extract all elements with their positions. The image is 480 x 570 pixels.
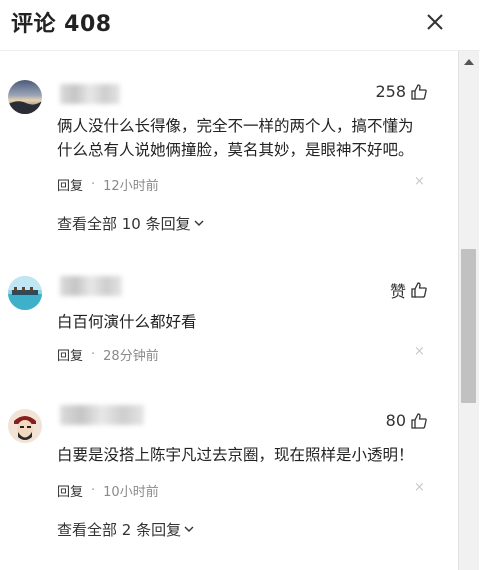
meta-separator: · [91, 347, 96, 362]
avatar[interactable] [8, 80, 42, 114]
thumbs-up-icon[interactable] [410, 83, 428, 101]
close-icon[interactable] [422, 9, 448, 35]
reply-button[interactable]: 回复 [57, 175, 83, 194]
view-replies-label: 查看全部 2 条回复 [57, 521, 182, 539]
comment-text: 白百何演什么都好看 [57, 313, 197, 331]
comment-list[interactable]: 258 俩人没什么长得像，完全不一样的两个人，搞不懂为什么总有人说她俩撞脸，莫名… [0, 51, 458, 570]
comment-text: 白要是没搭上陈宇凡过去京圈，现在照样是小透明！ [57, 446, 414, 464]
view-replies-label: 查看全部 10 条回复 [57, 215, 191, 233]
page-title: 评论 408 [11, 12, 112, 37]
scrollbar-thumb[interactable] [461, 249, 476, 403]
thumbs-up-icon[interactable] [410, 281, 428, 299]
comment-text: 俩人没什么长得像，完全不一样的两个人，搞不懂为什么总有人说她俩撞脸，莫名其妙，是… [57, 117, 414, 159]
blurred-username [60, 405, 144, 425]
delete-icon[interactable]: × [414, 480, 425, 495]
comment-time: 12小时前 [103, 179, 159, 194]
comment-time: 28分钟前 [103, 349, 159, 364]
delete-icon[interactable]: × [414, 174, 425, 189]
blurred-username [60, 84, 120, 104]
avatar[interactable] [8, 409, 42, 443]
blurred-username [60, 276, 122, 296]
delete-icon[interactable]: × [414, 344, 425, 359]
vertical-scrollbar[interactable] [458, 51, 479, 570]
view-replies-link[interactable]: 查看全部 2 条回复 [57, 519, 194, 540]
comment-meta: 回复 · 12小时前 [57, 175, 159, 194]
meta-separator: · [91, 483, 96, 498]
thumbs-up-icon[interactable] [410, 412, 428, 430]
like-count: 258 [375, 82, 428, 101]
comments-header: 评论 408 [0, 0, 480, 51]
meta-separator: · [91, 177, 96, 192]
like-count: 80 [386, 411, 428, 430]
like-count-value: 80 [385, 411, 406, 430]
like-count-value: 赞 [389, 282, 406, 301]
chevron-down-icon [184, 526, 194, 532]
scroll-up-arrow-icon[interactable] [464, 59, 474, 65]
comment-meta: 回复 · 28分钟前 [57, 345, 159, 364]
reply-button[interactable]: 回复 [57, 481, 83, 500]
comment-time: 10小时前 [103, 485, 159, 500]
like-count: 赞 [390, 278, 428, 302]
like-count-value: 258 [375, 82, 406, 101]
chevron-down-icon [194, 220, 204, 226]
comment-meta: 回复 · 10小时前 [57, 481, 159, 500]
avatar[interactable] [8, 276, 42, 310]
reply-button[interactable]: 回复 [57, 345, 83, 364]
view-replies-link[interactable]: 查看全部 10 条回复 [57, 213, 204, 234]
